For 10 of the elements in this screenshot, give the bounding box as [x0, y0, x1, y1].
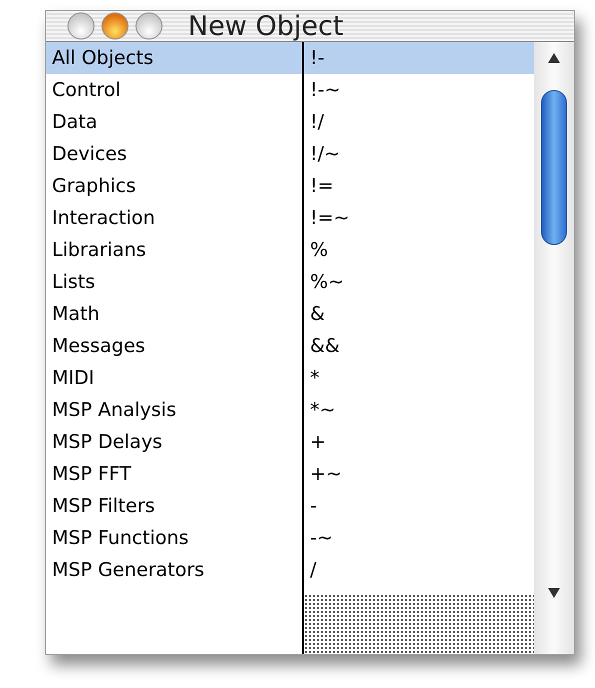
- object-item[interactable]: !-: [304, 42, 534, 74]
- scroll-down-icon[interactable]: [547, 587, 561, 599]
- window-title: New Object: [188, 12, 344, 40]
- scroll-thumb[interactable]: [541, 90, 567, 245]
- scrollbar[interactable]: [534, 42, 574, 654]
- scroll-up-icon[interactable]: [547, 52, 561, 64]
- zoom-button[interactable]: [134, 11, 164, 41]
- close-button[interactable]: [66, 11, 96, 41]
- minimize-button[interactable]: [100, 11, 130, 41]
- category-item[interactable]: All Objects: [46, 42, 302, 74]
